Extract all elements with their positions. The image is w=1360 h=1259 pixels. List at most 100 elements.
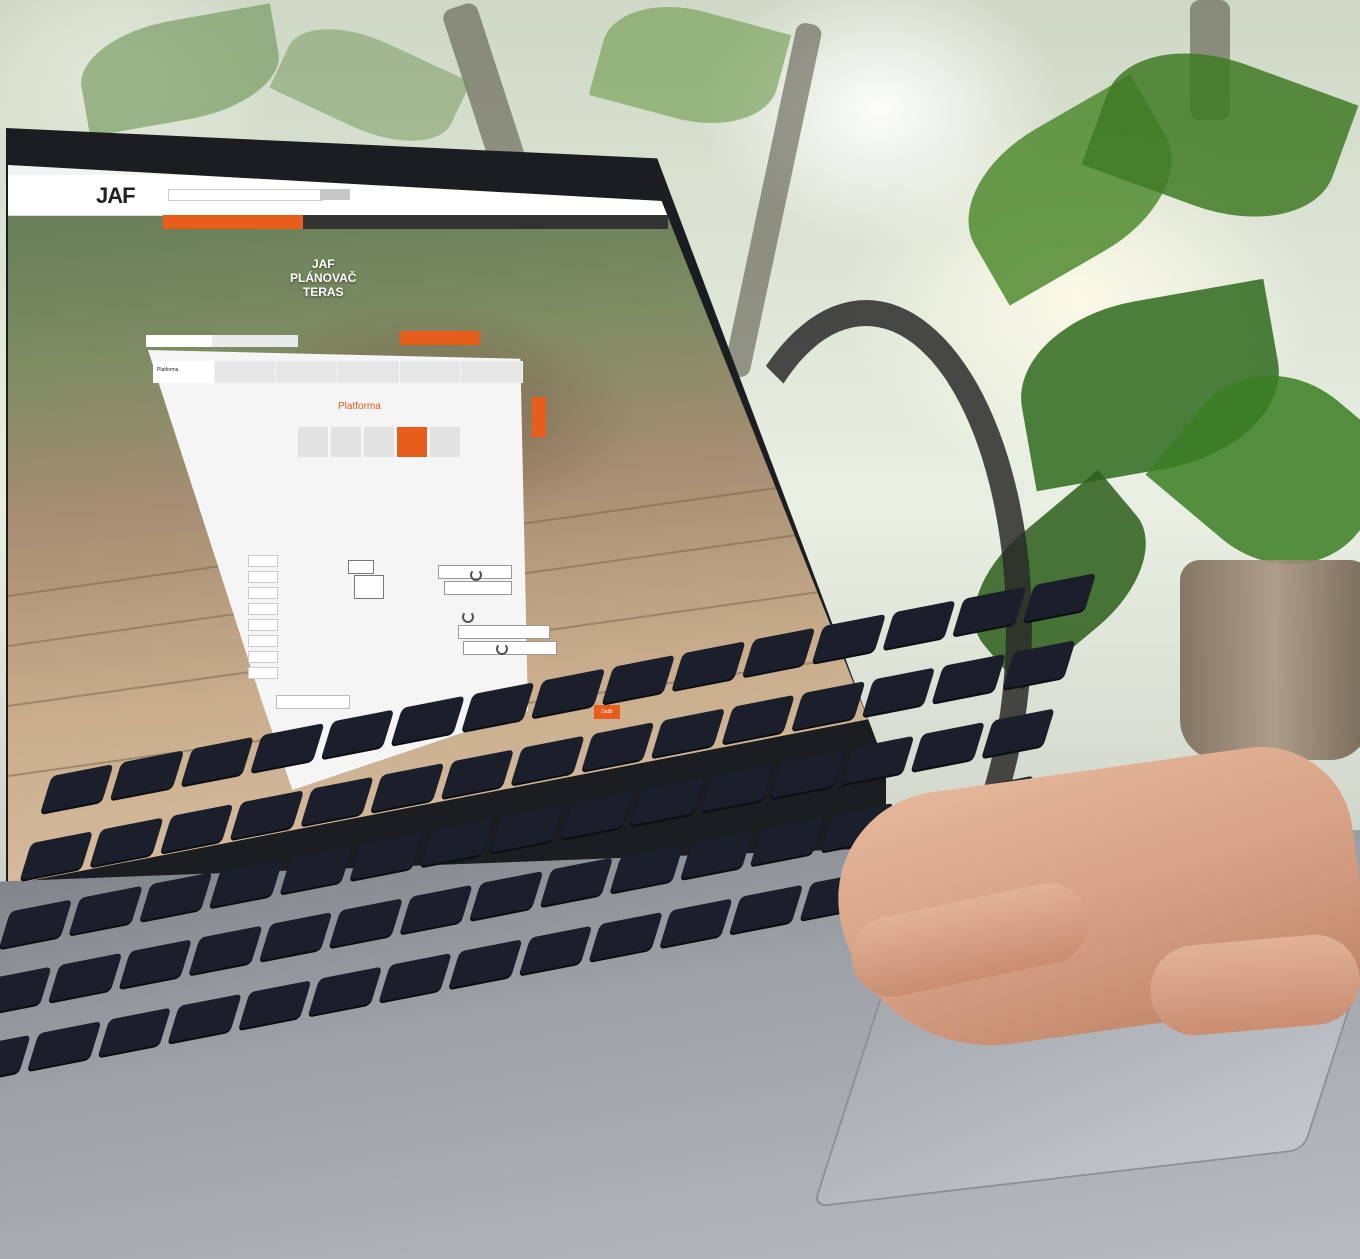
key[interactable] bbox=[581, 722, 655, 772]
jaf-logo[interactable]: JAF bbox=[96, 183, 136, 209]
key[interactable] bbox=[300, 776, 374, 826]
key[interactable] bbox=[0, 899, 73, 949]
shape-option[interactable] bbox=[364, 427, 394, 457]
key[interactable] bbox=[19, 831, 94, 881]
key[interactable] bbox=[160, 804, 234, 854]
key[interactable] bbox=[370, 763, 445, 813]
tab-2[interactable] bbox=[214, 361, 277, 383]
dimension-input[interactable] bbox=[248, 635, 278, 647]
key[interactable] bbox=[630, 776, 705, 826]
key[interactable] bbox=[1022, 573, 1097, 622]
key[interactable] bbox=[180, 736, 255, 786]
tab-5[interactable] bbox=[399, 361, 462, 383]
tab-platforma[interactable]: Platforma bbox=[153, 361, 215, 383]
key[interactable] bbox=[89, 817, 164, 867]
key[interactable] bbox=[308, 966, 383, 1016]
key[interactable] bbox=[741, 627, 816, 677]
key[interactable] bbox=[1001, 640, 1076, 690]
key[interactable] bbox=[40, 763, 114, 813]
key[interactable] bbox=[952, 586, 1027, 636]
key[interactable] bbox=[539, 857, 614, 907]
key[interactable] bbox=[671, 641, 746, 691]
key[interactable] bbox=[651, 708, 725, 758]
key[interactable] bbox=[700, 762, 775, 812]
key[interactable] bbox=[329, 898, 403, 948]
key[interactable] bbox=[721, 695, 795, 745]
key[interactable] bbox=[448, 938, 523, 988]
key[interactable] bbox=[469, 871, 544, 921]
key[interactable] bbox=[510, 736, 585, 786]
key[interactable] bbox=[391, 695, 465, 745]
key[interactable] bbox=[259, 912, 333, 962]
key[interactable] bbox=[238, 979, 312, 1029]
key[interactable] bbox=[679, 830, 754, 880]
key[interactable] bbox=[911, 721, 985, 771]
key[interactable] bbox=[931, 654, 1006, 704]
rotate-icon[interactable] bbox=[462, 611, 474, 623]
dimension-input[interactable] bbox=[248, 619, 278, 631]
key[interactable] bbox=[188, 925, 263, 975]
key[interactable] bbox=[659, 897, 733, 947]
dimension-input[interactable] bbox=[248, 667, 278, 679]
key[interactable] bbox=[750, 816, 824, 866]
key[interactable] bbox=[461, 682, 535, 732]
key[interactable] bbox=[861, 667, 936, 717]
key[interactable] bbox=[519, 925, 593, 975]
key[interactable] bbox=[981, 708, 1055, 758]
key[interactable] bbox=[209, 858, 284, 908]
key[interactable] bbox=[440, 749, 515, 799]
key[interactable] bbox=[27, 1020, 102, 1070]
key[interactable] bbox=[378, 952, 453, 1002]
nav-menu[interactable] bbox=[163, 215, 303, 229]
key[interactable] bbox=[139, 871, 213, 921]
dimension-input[interactable] bbox=[248, 651, 278, 663]
key[interactable] bbox=[321, 709, 395, 759]
dimension-input[interactable] bbox=[248, 571, 278, 583]
side-tab[interactable] bbox=[532, 397, 546, 437]
key[interactable] bbox=[729, 884, 804, 934]
key[interactable] bbox=[420, 817, 494, 867]
dimension-input[interactable] bbox=[248, 587, 278, 599]
key[interactable] bbox=[882, 600, 956, 650]
search-input[interactable] bbox=[168, 189, 323, 201]
key[interactable] bbox=[349, 830, 424, 880]
rotate-icon[interactable] bbox=[496, 643, 508, 655]
key[interactable] bbox=[770, 749, 845, 799]
key[interactable] bbox=[69, 885, 143, 935]
search-button[interactable] bbox=[320, 189, 350, 200]
shape-option[interactable] bbox=[331, 427, 361, 457]
key[interactable] bbox=[531, 668, 606, 718]
key[interactable] bbox=[840, 735, 915, 785]
key[interactable] bbox=[399, 884, 473, 934]
key[interactable] bbox=[48, 953, 123, 1002]
project-select[interactable] bbox=[146, 335, 212, 347]
shape-option-selected[interactable] bbox=[397, 427, 427, 457]
new-project-button[interactable] bbox=[400, 331, 480, 345]
key[interactable] bbox=[0, 966, 53, 1016]
key[interactable] bbox=[230, 790, 304, 840]
key[interactable] bbox=[168, 993, 242, 1043]
key[interactable] bbox=[110, 750, 185, 800]
shape-option[interactable] bbox=[298, 427, 328, 457]
dimension-input[interactable] bbox=[248, 555, 278, 567]
key[interactable] bbox=[250, 723, 325, 772]
key[interactable] bbox=[609, 843, 684, 893]
key[interactable] bbox=[98, 1007, 172, 1056]
tab-3[interactable] bbox=[276, 361, 339, 383]
key[interactable] bbox=[791, 681, 866, 731]
key[interactable] bbox=[0, 1034, 32, 1084]
key[interactable] bbox=[490, 803, 564, 853]
key[interactable] bbox=[560, 790, 634, 839]
tab-4[interactable] bbox=[338, 361, 400, 383]
tab-6[interactable] bbox=[461, 361, 524, 383]
rotate-icon[interactable] bbox=[470, 569, 482, 581]
dimension-row bbox=[248, 667, 278, 679]
key[interactable] bbox=[812, 613, 886, 663]
dimension-input[interactable] bbox=[248, 603, 278, 615]
shape-option[interactable] bbox=[430, 427, 460, 457]
key[interactable] bbox=[601, 654, 676, 704]
load-project-button[interactable] bbox=[212, 335, 298, 347]
key[interactable] bbox=[589, 911, 663, 961]
key[interactable] bbox=[118, 939, 193, 989]
key[interactable] bbox=[279, 844, 354, 894]
